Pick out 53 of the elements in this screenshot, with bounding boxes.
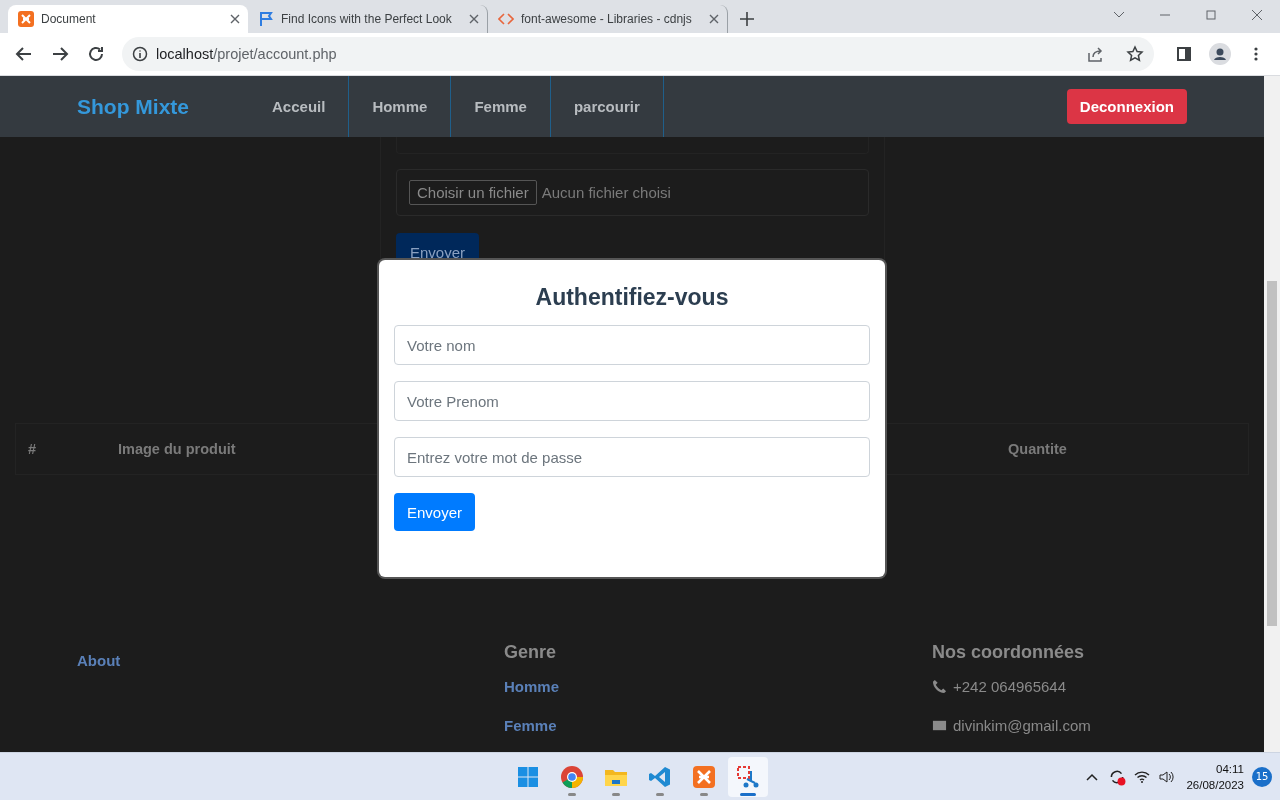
footer-heading: Nos coordonnées [932,642,1086,663]
input-field[interactable] [396,137,869,154]
windows-start-icon[interactable] [518,766,538,787]
taskbar-app[interactable] [728,756,768,797]
column-header: Image du produit [117,441,237,457]
code-editor-icon[interactable] [649,766,670,787]
star-icon[interactable] [1126,45,1144,63]
nav-link[interactable]: Homme [349,76,452,137]
new-tab-icon[interactable] [740,11,754,26]
submit-button[interactable]: Envoyer [394,493,476,531]
column-header: Quantite [1007,441,1068,457]
scissors-icon[interactable] [737,765,759,787]
url-text: localhost/projet/account.php [156,46,337,62]
reload-icon[interactable] [87,45,105,63]
choose-file-button[interactable]: Choisir un fichier [409,180,537,205]
xampp-icon[interactable] [693,765,715,788]
dialog-title: Authentifiez-vous [534,284,730,311]
forward-arrow-icon[interactable] [51,45,69,63]
close-icon[interactable] [469,14,479,24]
xampp-icon [18,11,34,27]
contact-text: +242 064965644 [953,678,1067,695]
file-status: Aucun fichier choisi [541,184,671,201]
footer-link[interactable]: Femme [504,717,932,734]
scrollbar[interactable] [1264,76,1280,752]
nav-link[interactable]: Acceuil [249,76,350,137]
code-icon [498,11,514,27]
folder-icon[interactable] [605,769,627,786]
side-panel-icon[interactable] [1175,45,1193,63]
contact-text: divinkim@gmail.com [953,717,1091,734]
notification-badge[interactable]: 15 [1252,766,1272,787]
nav-link[interactable]: Femme [451,76,551,137]
footer-link[interactable]: Homme [504,678,932,695]
share-icon[interactable] [1086,45,1104,63]
close-icon[interactable] [709,14,719,24]
chrome-icon[interactable] [561,765,583,788]
speaker-icon[interactable] [1158,768,1175,785]
info-icon[interactable] [132,46,148,62]
browser-tab[interactable]: Document [8,5,248,33]
column-header: # [27,441,38,457]
brand-logo[interactable]: Shop Mixte [77,94,189,119]
nav-link[interactable]: parcourir [550,76,664,137]
envelope-icon [932,718,947,733]
close-icon[interactable] [230,14,240,24]
flag-icon [258,11,274,27]
phone-icon [932,679,947,694]
address-bar[interactable]: localhost/projet/account.php [122,37,1154,71]
profile-avatar-icon[interactable] [1209,43,1231,65]
file-field[interactable]: Choisir un fichier Aucun fichier choisi [396,169,869,216]
footer-heading: Genre [504,642,558,663]
back-arrow-icon[interactable] [15,45,33,63]
clock[interactable]: 04:11 26/08/2023 [1186,760,1244,793]
footer-link[interactable]: About [77,652,504,669]
logout-button[interactable]: Deconnexion [1066,89,1187,124]
